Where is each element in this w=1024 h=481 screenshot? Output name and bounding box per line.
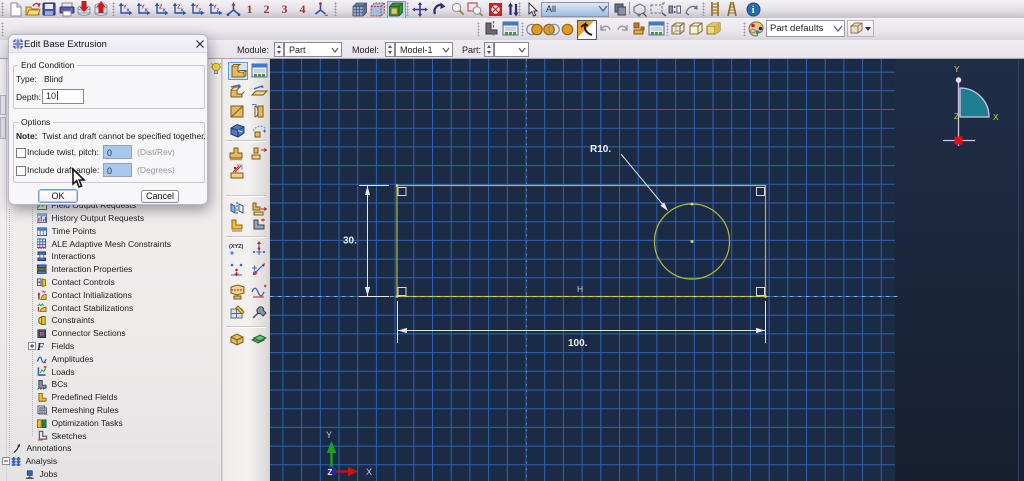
svg-text:z: z [217, 8, 220, 14]
svg-text:(XYZ): (XYZ) [229, 244, 244, 250]
svg-text:X: X [366, 467, 372, 477]
svg-text:F: F [37, 342, 44, 351]
svg-text:Z: Z [954, 111, 959, 121]
svg-text:z: z [199, 8, 202, 14]
svg-text:100.: 100. [568, 338, 588, 349]
svg-text:30.: 30. [343, 236, 357, 247]
svg-text:Z: Z [328, 468, 333, 477]
svg-text:Y: Y [954, 64, 960, 74]
svg-text:X: X [993, 112, 999, 122]
svg-text:Y: Y [326, 430, 332, 440]
svg-text:H: H [577, 284, 583, 294]
svg-text:i: i [752, 5, 755, 16]
svg-text:R10.: R10. [590, 144, 611, 155]
